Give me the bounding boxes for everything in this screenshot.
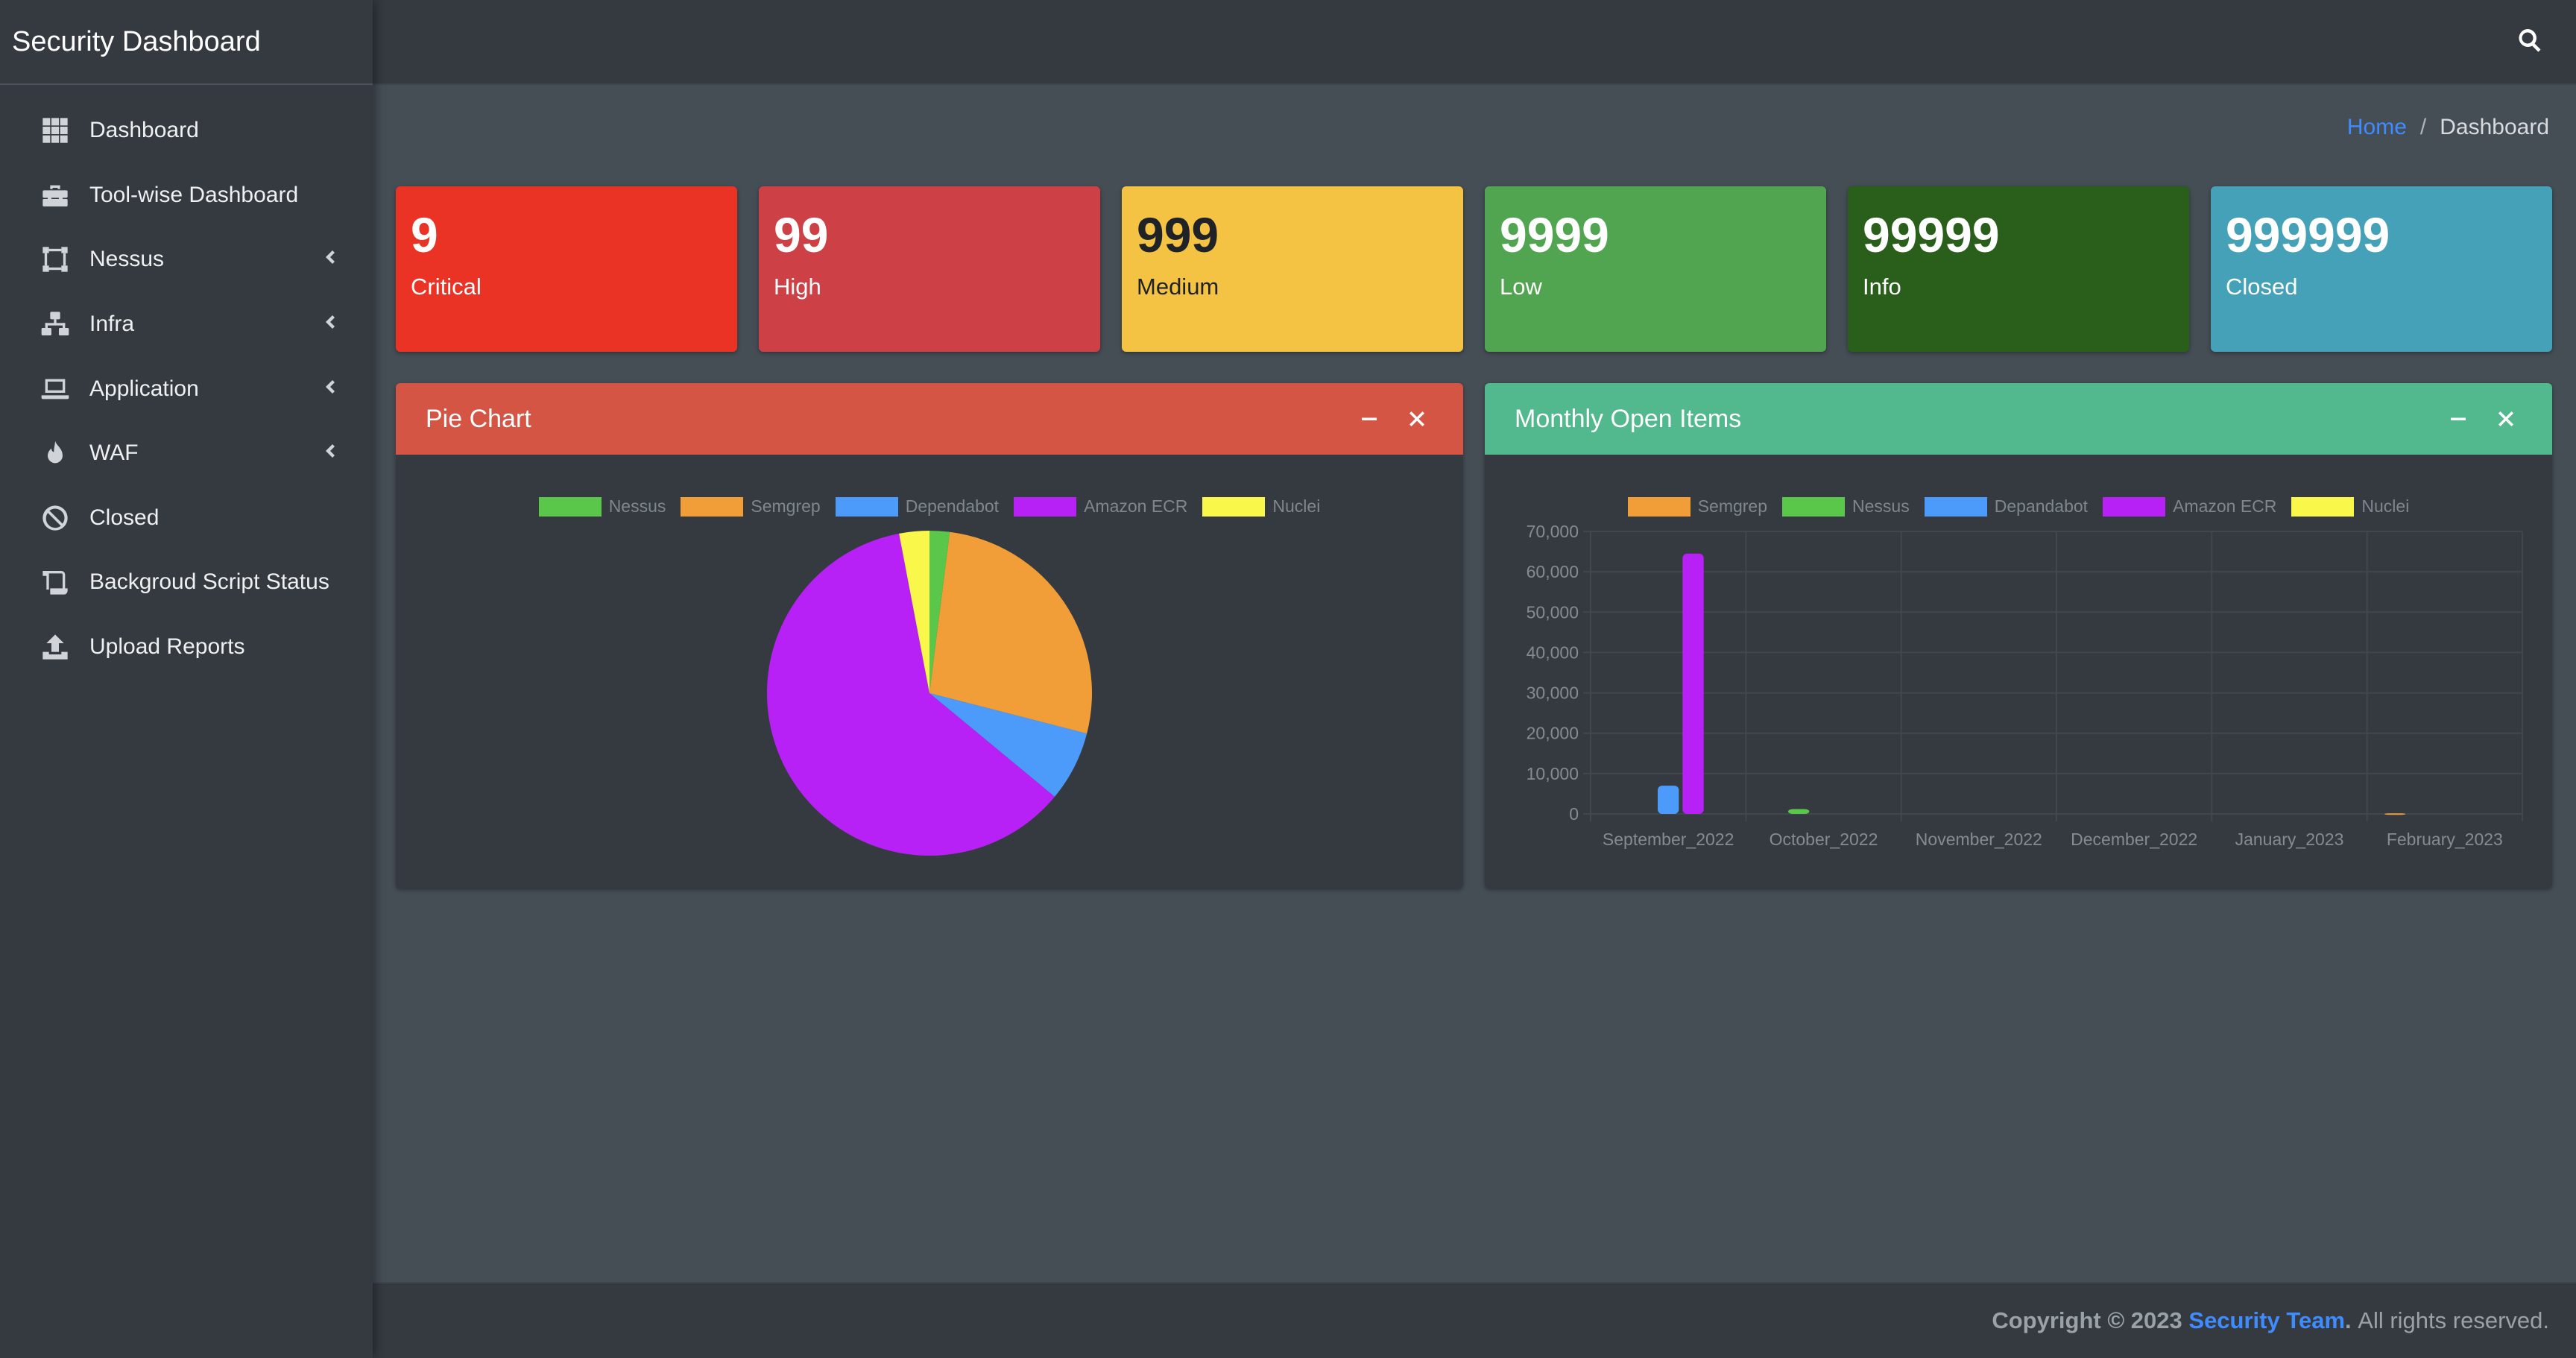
stat-label: Medium: [1137, 274, 1219, 300]
breadcrumb-current: Dashboard: [2440, 115, 2549, 139]
x-tick-label: January_2023: [2235, 830, 2344, 849]
vector-square-icon: [39, 243, 72, 276]
app-title[interactable]: Security Dashboard: [0, 0, 373, 85]
y-tick-label: 30,000: [1527, 683, 1579, 703]
sidebar-item-background-script-status[interactable]: Backgroud Script Status: [0, 550, 373, 615]
pie-chart-card: Pie Chart Nessus Semgrep Dependabot Amazon …: [396, 383, 1463, 888]
sidebar-item-label: Infra: [89, 312, 135, 337]
close-icon: [1409, 411, 1424, 426]
sidebar-item-infra[interactable]: Infra: [0, 292, 373, 357]
sidebar-nav: Dashboard Tool-wise Dashboard Nessus Inf…: [0, 85, 373, 679]
sidebar-item-dashboard[interactable]: Dashboard: [0, 98, 373, 163]
sidebar: Security Dashboard Dashboard Tool-wise D…: [0, 0, 373, 1358]
stat-box-critical[interactable]: 9 Critical: [396, 186, 737, 352]
stat-label: Low: [1500, 274, 1542, 300]
breadcrumb-home-link[interactable]: Home: [2347, 115, 2407, 140]
sidebar-item-nessus[interactable]: Nessus: [0, 227, 373, 292]
sidebar-item-label: Application: [89, 376, 199, 401]
ban-icon: [39, 502, 72, 534]
card-title: Monthly Open Items: [1515, 404, 1742, 433]
bar: [2384, 813, 2406, 815]
stat-box-high[interactable]: 99 High: [759, 186, 1100, 352]
grid-icon: [39, 114, 72, 147]
sidebar-item-waf[interactable]: WAF: [0, 421, 373, 486]
sidebar-item-upload-reports[interactable]: Upload Reports: [0, 615, 373, 680]
minus-icon: [1362, 417, 1377, 420]
sidebar-item-label: Backgroud Script Status: [89, 569, 329, 595]
network-icon: [39, 308, 72, 341]
bar: [1788, 809, 1810, 814]
sidebar-item-label: Tool-wise Dashboard: [89, 182, 299, 207]
stat-box-closed[interactable]: 999999 Closed: [2211, 186, 2552, 352]
laptop-icon: [39, 373, 72, 405]
bar: [1682, 553, 1704, 814]
stat-box-medium[interactable]: 999 Medium: [1122, 186, 1463, 352]
close-button[interactable]: [2482, 395, 2530, 443]
fire-icon: [39, 437, 72, 470]
footer-team-link[interactable]: Security Team: [2188, 1307, 2345, 1334]
monthly-open-items-card: Monthly Open Items Semgrep Nessus Depandab…: [1485, 383, 2552, 888]
y-tick-label: 20,000: [1527, 724, 1579, 743]
sidebar-item-label: Dashboard: [89, 118, 199, 143]
x-tick-label: September_2022: [1603, 830, 1734, 849]
y-tick-label: 40,000: [1527, 642, 1579, 662]
sidebar-item-closed[interactable]: Closed: [0, 486, 373, 551]
card-title: Pie Chart: [426, 404, 531, 433]
card-header: Monthly Open Items: [1485, 383, 2552, 455]
minimize-button[interactable]: [1345, 395, 1393, 443]
pie-chart: [767, 531, 1092, 856]
y-tick-label: 0: [1569, 804, 1579, 824]
footer-rights: All rights reserved.: [2358, 1307, 2549, 1333]
stat-value: 999: [1137, 207, 1219, 262]
card-body: Semgrep Nessus Depandabot Amazon ECR Nuclei …: [1485, 455, 2552, 888]
y-tick-label: 60,000: [1527, 562, 1579, 581]
footer: Copyright © 2023 Security Team. All righ…: [373, 1282, 2576, 1358]
breadcrumb-separator: /: [2419, 115, 2427, 139]
toolbox-icon: [39, 179, 72, 212]
x-tick-label: November_2022: [1916, 830, 2042, 849]
upload-icon: [39, 631, 72, 663]
minimize-button[interactable]: [2434, 395, 2482, 443]
y-tick-label: 10,000: [1527, 764, 1579, 783]
x-tick-label: October_2022: [1770, 830, 1878, 849]
y-tick-label: 70,000: [1527, 522, 1579, 541]
footer-copyright: Copyright © 2023: [1992, 1307, 2182, 1333]
sidebar-item-label: Upload Reports: [89, 634, 245, 660]
footer-period: .: [2345, 1307, 2352, 1333]
breadcrumb: Home / Dashboard: [2347, 115, 2549, 140]
bar-chart: 70,000 60,000 50,000 40,000 30,000 20,000 10,0…: [1527, 522, 2523, 849]
top-navbar: [373, 0, 2576, 85]
sidebar-item-label: Nessus: [89, 247, 165, 272]
stat-value: 999999: [2226, 207, 2390, 262]
close-button[interactable]: [1393, 395, 1441, 443]
card-header: Pie Chart: [396, 383, 1463, 455]
stat-label: Info: [1863, 274, 1901, 300]
y-tick-label: 50,000: [1527, 602, 1579, 622]
sidebar-item-label: WAF: [89, 440, 139, 466]
chevron-left-icon: [321, 312, 338, 337]
sidebar-item-tool-wise-dashboard[interactable]: Tool-wise Dashboard: [0, 163, 373, 228]
x-tick-label: December_2022: [2071, 830, 2197, 849]
sidebar-item-label: Closed: [89, 505, 160, 530]
close-icon: [2498, 411, 2513, 426]
chevron-left-icon: [321, 376, 338, 402]
minus-icon: [2451, 417, 2466, 420]
stat-value: 99999: [1863, 207, 2000, 262]
stat-value: 9999: [1500, 207, 1609, 262]
chevron-left-icon: [321, 440, 338, 466]
search-icon[interactable]: [2516, 27, 2543, 57]
card-body: Nessus Semgrep Dependabot Amazon ECR Nuclei: [396, 455, 1463, 888]
sidebar-item-application[interactable]: Application: [0, 356, 373, 421]
bar: [1658, 786, 1679, 814]
stat-value: 99: [774, 207, 829, 262]
x-tick-label: February_2023: [2387, 830, 2503, 849]
scroll-icon: [39, 566, 72, 599]
stat-label: Critical: [411, 274, 482, 300]
chevron-left-icon: [321, 247, 338, 272]
stat-value: 9: [411, 207, 438, 262]
stat-label: Closed: [2226, 274, 2298, 300]
stat-box-info[interactable]: 99999 Info: [1848, 186, 2189, 352]
stat-box-low[interactable]: 9999 Low: [1485, 186, 1826, 352]
stat-label: High: [774, 274, 821, 300]
